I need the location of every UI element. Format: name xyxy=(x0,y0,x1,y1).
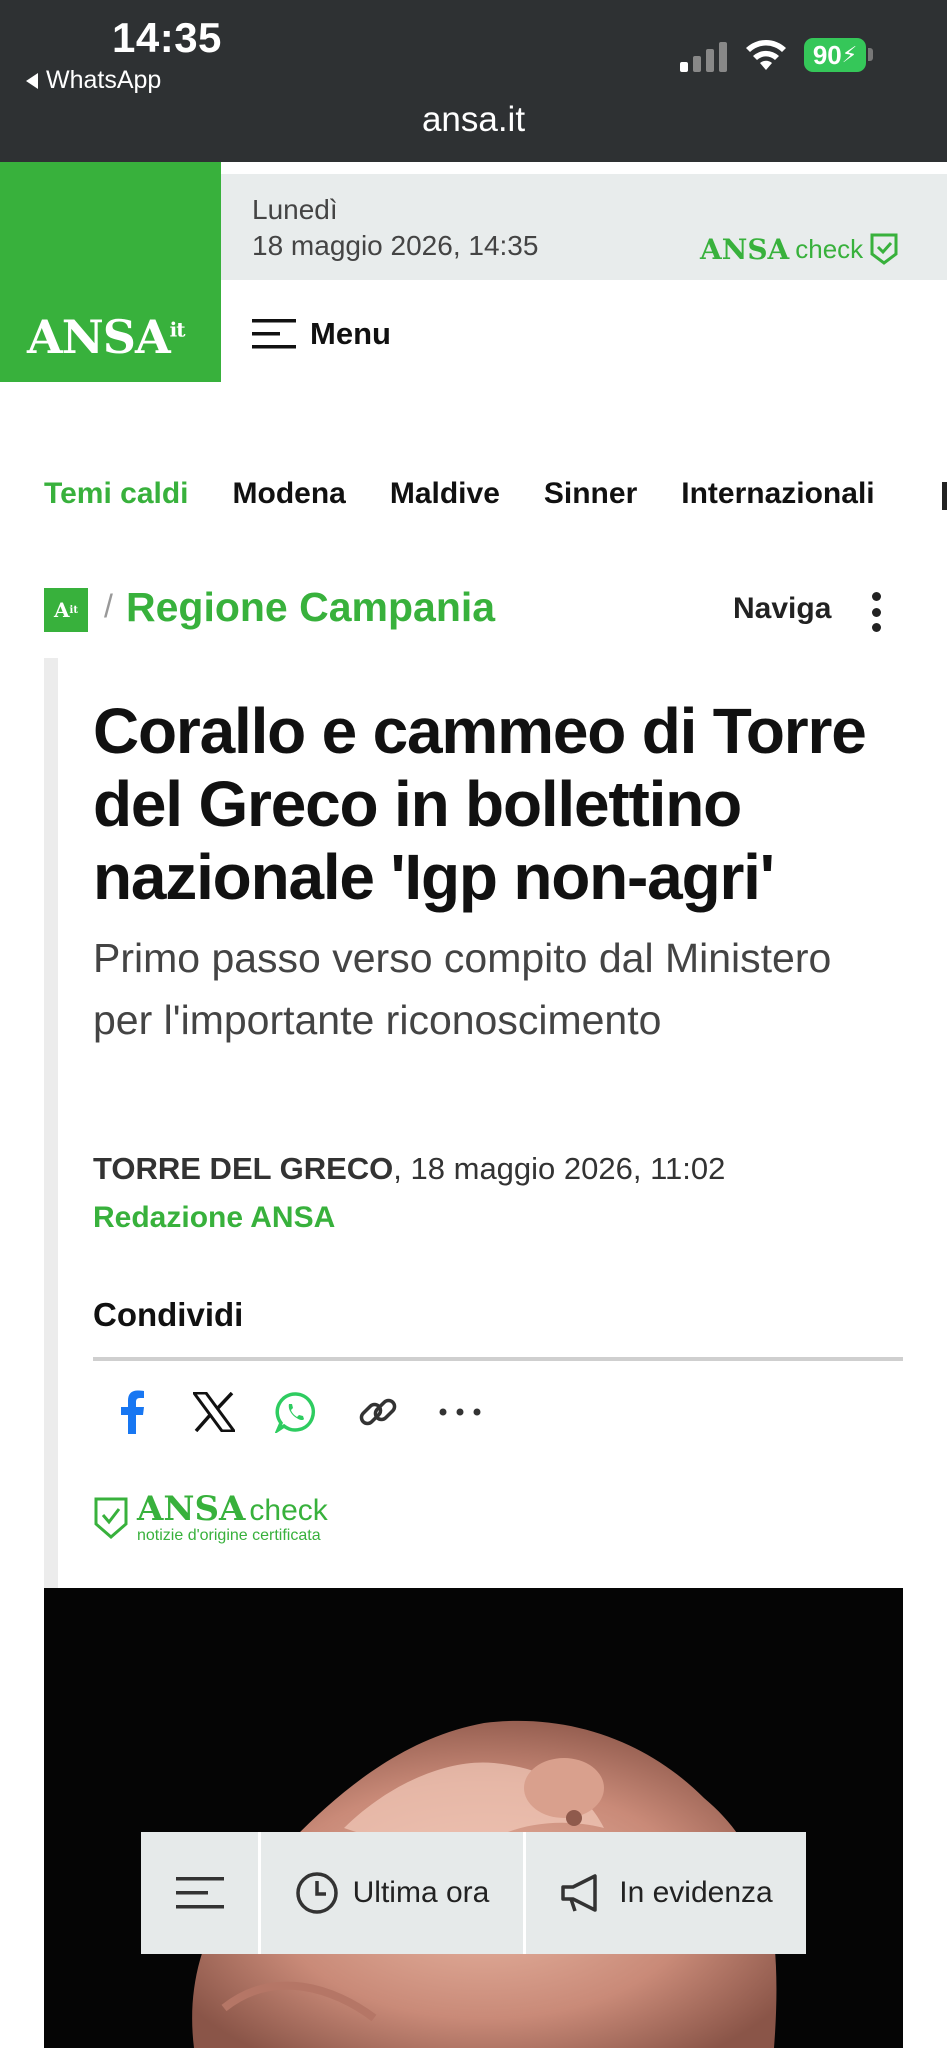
breadcrumb-separator: / xyxy=(104,588,113,624)
topic-link[interactable]: Internazionali xyxy=(681,477,874,511)
ansa-logo[interactable]: ANSAit xyxy=(0,162,221,382)
ansacheck-word: check xyxy=(249,1494,328,1527)
share-divider xyxy=(93,1357,903,1361)
back-app-label: WhatsApp xyxy=(46,66,162,94)
latest-news-button[interactable]: Ultima ora xyxy=(261,1832,526,1954)
more-options-icon[interactable] xyxy=(870,592,882,632)
back-arrow-icon xyxy=(26,72,38,89)
charging-bolt-icon: ⚡ xyxy=(841,42,858,67)
facebook-icon[interactable] xyxy=(110,1390,154,1434)
whatsapp-icon[interactable] xyxy=(274,1390,318,1434)
clock-icon xyxy=(295,1872,338,1914)
battery-tip xyxy=(868,48,873,61)
coral-cameo-image xyxy=(192,1720,777,2048)
status-time: 14:35 xyxy=(112,14,222,61)
article-side-rule xyxy=(44,658,58,1588)
topic-link[interactable]: Sinner xyxy=(544,477,637,511)
logo-text: ANSAit xyxy=(27,310,185,364)
latest-news-label: Ultima ora xyxy=(352,1876,490,1909)
weekday-label: Lunedì xyxy=(252,194,338,225)
hamburger-icon xyxy=(175,1877,224,1909)
article-location: TORRE DEL GRECO xyxy=(93,1151,394,1186)
topic-hot-label[interactable]: Temi caldi xyxy=(44,477,189,511)
status-bar: 14:35 WhatsApp 90 ⚡ ansa.it xyxy=(0,0,947,162)
address-bar-url[interactable]: ansa.it xyxy=(0,100,947,140)
topic-overflow-edge xyxy=(942,482,947,510)
article-dateline: TORRE DEL GRECO, 18 maggio 2026, 11:02 xyxy=(93,1151,725,1187)
ansacheck-badge[interactable]: ANSA check notizie d'origine certificata xyxy=(93,1492,328,1544)
wifi-icon xyxy=(746,40,786,70)
copy-link-icon[interactable] xyxy=(356,1390,400,1434)
topic-link[interactable]: Maldive xyxy=(390,477,500,511)
x-twitter-icon[interactable] xyxy=(192,1390,236,1434)
date-time-label: 18 maggio 2026, 14:35 xyxy=(252,230,539,261)
menu-label: Menu xyxy=(310,316,391,351)
topic-link[interactable]: Modena xyxy=(233,477,346,511)
share-title: Condividi xyxy=(93,1296,244,1333)
hamburger-icon xyxy=(252,319,296,349)
cellular-signal-icon xyxy=(680,40,727,72)
featured-button[interactable]: In evidenza xyxy=(526,1832,806,1954)
shield-check-icon xyxy=(870,233,898,265)
back-to-app-link[interactable]: WhatsApp xyxy=(26,66,161,95)
ansacheck-brand: ANSA xyxy=(137,1489,246,1529)
battery-level: 90 xyxy=(812,39,842,70)
article-headline: Corallo e cammeo di Torre del Greco in b… xyxy=(93,695,867,913)
floating-nav-bar: Ultima ora In evidenza xyxy=(141,1832,806,1954)
date-band: Lunedì 18 maggio 2026, 14:35 ANSA check xyxy=(221,174,947,280)
featured-label: In evidenza xyxy=(619,1876,773,1909)
battery-icon: 90 ⚡ xyxy=(804,38,866,72)
article-subheadline: Primo passo verso compito dal Ministero … xyxy=(93,935,832,1043)
section-title[interactable]: Regione Campania xyxy=(126,584,495,631)
ansacheck-tagline: notizie d'origine certificata xyxy=(137,1527,321,1544)
floating-menu-button[interactable] xyxy=(141,1832,261,1954)
hot-topics-nav: Temi caldi Modena Maldive Sinner Interna… xyxy=(44,477,875,511)
menu-button[interactable]: Menu xyxy=(252,316,391,352)
article-photo[interactable] xyxy=(44,1588,903,2048)
navigate-button[interactable]: Naviga xyxy=(733,592,831,626)
home-breadcrumb-logo[interactable]: Ait xyxy=(44,588,88,632)
ansacheck-header-badge[interactable]: ANSA check xyxy=(700,232,899,266)
megaphone-icon xyxy=(561,1874,598,1912)
article-byline[interactable]: Redazione ANSA xyxy=(93,1201,335,1235)
shield-check-icon xyxy=(94,1497,128,1539)
article-datetime: , 18 maggio 2026, 11:02 xyxy=(393,1151,726,1186)
share-toolbar xyxy=(110,1390,482,1434)
more-share-icon[interactable] xyxy=(438,1390,482,1434)
